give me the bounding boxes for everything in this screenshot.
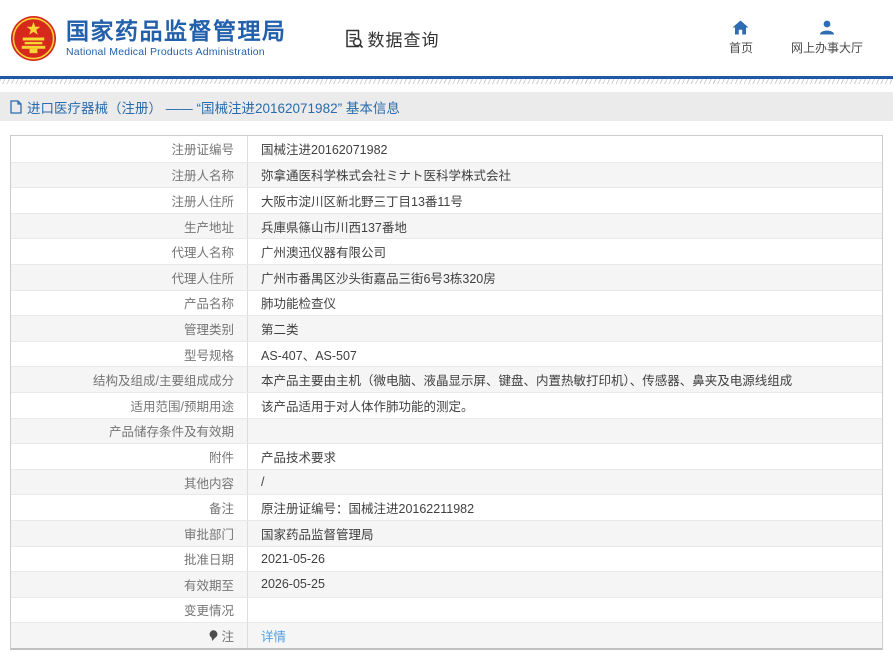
table-row: 管理类别 第二类 <box>11 315 882 341</box>
table-row: 代理人名称 广州澳迅仪器有限公司 <box>11 238 882 264</box>
field-label: 适用范围/预期用途 <box>11 393 248 418</box>
home-icon <box>732 20 749 35</box>
document-icon <box>10 100 22 114</box>
org-name-en: National Medical Products Administration <box>66 46 287 58</box>
field-label: 产品储存条件及有效期 <box>11 419 248 444</box>
table-row: 代理人住所 广州市番禺区沙头街嘉品三街6号3栋320房 <box>11 264 882 290</box>
nav-home-label: 首页 <box>729 39 753 56</box>
field-label: 注册人名称 <box>11 163 248 188</box>
detail-link[interactable]: 详情 <box>261 626 286 645</box>
field-label: 注册证编号 <box>11 136 248 162</box>
table-row: 型号规格 AS-407、AS-507 <box>11 341 882 367</box>
field-value: 广州澳迅仪器有限公司 <box>248 239 882 264</box>
nmpa-logo[interactable]: 国家药品监督管理局 National Medical Products Admi… <box>10 15 287 62</box>
table-row: 适用范围/预期用途 该产品适用于对人体作肺功能的测定。 <box>11 392 882 418</box>
field-value: 2021-05-26 <box>248 547 882 572</box>
field-value: 2026-05-25 <box>248 572 882 597</box>
field-value: 本产品主要由主机（微电脑、液晶显示屏、键盘、内置热敏打印机）、传感器、鼻夹及电源… <box>248 367 882 392</box>
field-value: 产品技术要求 <box>248 444 882 469</box>
table-row: 有效期至 2026-05-25 <box>11 571 882 597</box>
field-value: 原注册证编号：国械注进20162211982 <box>248 495 882 520</box>
nav-online-hall[interactable]: 网上办事大厅 <box>791 20 863 56</box>
field-value <box>248 419 882 444</box>
field-value: AS-407、AS-507 <box>248 342 882 367</box>
field-label: 备注 <box>11 495 248 520</box>
field-value: / <box>248 470 882 495</box>
field-label: 附件 <box>11 444 248 469</box>
field-label: 代理人名称 <box>11 239 248 264</box>
national-emblem-icon <box>10 15 57 62</box>
table-row: 变更情况 <box>11 597 882 623</box>
bulb-note-icon <box>209 630 218 642</box>
field-value: 详情 <box>248 623 882 648</box>
field-label: 注册人住所 <box>11 188 248 213</box>
field-label: 管理类别 <box>11 316 248 341</box>
table-row: 产品储存条件及有效期 <box>11 418 882 444</box>
field-value: 国家药品监督管理局 <box>248 521 882 546</box>
table-row: 审批部门 国家药品监督管理局 <box>11 520 882 546</box>
table-row: 其他内容 / <box>11 469 882 495</box>
field-label: 审批部门 <box>11 521 248 546</box>
brand-text: 国家药品监督管理局 National Medical Products Admi… <box>66 18 287 58</box>
field-value: 该产品适用于对人体作肺功能的测定。 <box>248 393 882 418</box>
table-row: 附件 产品技术要求 <box>11 443 882 469</box>
table-row: 产品名称 肺功能检查仪 <box>11 290 882 316</box>
doc-search-icon <box>342 27 365 50</box>
table-row: 注册人住所 大阪市淀川区新北野三丁目13番11号 <box>11 187 882 213</box>
table-row: 注册证编号 国械注进20162071982 <box>11 136 882 162</box>
field-value: 广州市番禺区沙头街嘉品三街6号3栋320房 <box>248 265 882 290</box>
nav-home[interactable]: 首页 <box>729 20 753 56</box>
breadcrumb: 进口医疗器械（注册） —— “国械注进20162071982” 基本信息 <box>0 92 893 121</box>
org-name: 国家药品监督管理局 <box>66 18 287 44</box>
field-label: 产品名称 <box>11 291 248 316</box>
data-query-nav[interactable]: 数据查询 <box>342 26 440 51</box>
field-value: 第二类 <box>248 316 882 341</box>
table-row: 备注 原注册证编号：国械注进20162211982 <box>11 494 882 520</box>
field-value: 兵庫県篠山市川西137番地 <box>248 214 882 239</box>
hatch-strip <box>0 79 893 84</box>
field-value: 大阪市淀川区新北野三丁目13番11号 <box>248 188 882 213</box>
field-value <box>248 598 882 623</box>
header-nav: 首页 网上办事大厅 <box>729 20 863 56</box>
field-value: 国械注进20162071982 <box>248 136 882 162</box>
field-label: 变更情况 <box>11 598 248 623</box>
table-row: 生产地址 兵庫県篠山市川西137番地 <box>11 213 882 239</box>
field-value: 弥拿通医科学株式会社ミナト医科学株式会社 <box>248 163 882 188</box>
field-label: 有效期至 <box>11 572 248 597</box>
field-label: 其他内容 <box>11 470 248 495</box>
field-label: 代理人住所 <box>11 265 248 290</box>
note-label: 注 <box>221 626 234 645</box>
site-header: 国家药品监督管理局 National Medical Products Admi… <box>0 0 893 76</box>
field-value: 肺功能检查仪 <box>248 291 882 316</box>
registration-info-table: 注册证编号 国械注进20162071982 注册人名称 弥拿通医科学株式会社ミナ… <box>10 135 883 650</box>
field-label: 结构及组成/主要组成成分 <box>11 367 248 392</box>
field-label: 注 <box>11 623 248 648</box>
field-label: 型号规格 <box>11 342 248 367</box>
nav-online-hall-label: 网上办事大厅 <box>791 39 863 56</box>
table-row: 结构及组成/主要组成成分 本产品主要由主机（微电脑、液晶显示屏、键盘、内置热敏打… <box>11 366 882 392</box>
table-row: 批准日期 2021-05-26 <box>11 546 882 572</box>
field-label: 生产地址 <box>11 214 248 239</box>
table-row: 注册人名称 弥拿通医科学株式会社ミナト医科学株式会社 <box>11 162 882 188</box>
table-row-note: 注 详情 <box>11 622 882 648</box>
user-icon <box>819 20 835 35</box>
breadcrumb-text: 进口医疗器械（注册） —— “国械注进20162071982” 基本信息 <box>27 97 400 117</box>
data-query-label: 数据查询 <box>368 26 440 51</box>
field-label: 批准日期 <box>11 547 248 572</box>
